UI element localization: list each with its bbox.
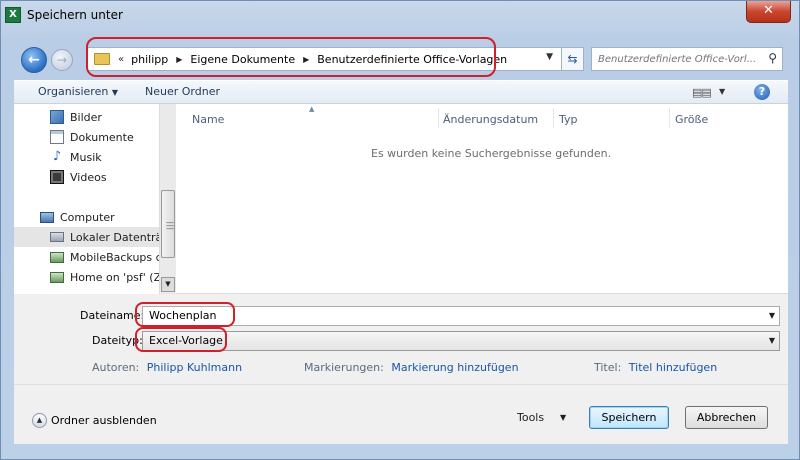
nav-item-bilder[interactable]: Bilder	[14, 107, 159, 127]
videos-icon	[50, 170, 64, 184]
chevron-down-icon[interactable]: ▼	[560, 413, 566, 422]
refresh-button[interactable]: ⇆	[562, 47, 584, 71]
nav-item-label: Dokumente	[70, 130, 134, 144]
nav-item-label: Musik	[70, 150, 102, 164]
save-as-dialog: X Speichern unter ✕ ← → « philipp ▶ Eige…	[0, 0, 800, 460]
tools-menu[interactable]: Tools	[517, 411, 544, 424]
authors-field: Autoren: Philipp Kuhlmann	[92, 361, 242, 374]
grip-icon: — — —	[166, 218, 174, 233]
content-area: Bilder Dokumente ♪ Musik Videos Computer…	[14, 104, 788, 294]
nav-item-label: Lokaler Datenträg	[70, 230, 159, 244]
authors-label: Autoren:	[92, 361, 140, 374]
column-divider[interactable]	[669, 108, 670, 128]
add-tag-link[interactable]: Markierung hinzufügen	[391, 361, 518, 374]
nav-item-label: Videos	[70, 170, 107, 184]
tags-field: Markierungen: Markierung hinzufügen	[304, 361, 519, 374]
address-highlight-annotation	[86, 37, 496, 77]
drive-icon	[50, 232, 64, 242]
navigation-pane: Bilder Dokumente ♪ Musik Videos Computer…	[14, 104, 176, 294]
nav-item-label: MobileBackups c	[70, 250, 159, 264]
search-box[interactable]: ⚲	[591, 47, 783, 71]
cancel-button[interactable]: Abbrechen	[685, 406, 768, 429]
close-button[interactable]: ✕	[746, 1, 791, 23]
nav-item-home-psf[interactable]: Home on 'psf' (Z	[14, 267, 159, 287]
nav-item-musik[interactable]: ♪ Musik	[14, 147, 159, 167]
chevron-down-icon[interactable]: ▼	[719, 87, 725, 96]
forward-button[interactable]: →	[51, 49, 73, 71]
scroll-down-button[interactable]: ▼	[161, 277, 175, 292]
organize-label: Organisieren	[38, 85, 109, 98]
nav-item-videos[interactable]: Videos	[14, 167, 159, 187]
column-header-type[interactable]: Typ	[559, 113, 578, 126]
command-toolbar: Organisieren ▼ Neuer Ordner ▤▤ ▼ ?	[14, 80, 788, 104]
help-icon[interactable]: ?	[754, 84, 770, 100]
window-title: Speichern unter	[27, 8, 123, 22]
filetype-select[interactable]: Excel-Vorlage ▼	[142, 331, 780, 351]
save-button[interactable]: Speichern	[589, 406, 669, 429]
file-list: ▲ Name Änderungsdatum Typ Größe Es wurde…	[176, 104, 788, 294]
filetype-highlight-annotation	[135, 327, 227, 352]
network-drive-icon	[50, 251, 64, 263]
save-form: Dateiname: Wochenplan ▼ Dateityp: Excel-…	[14, 294, 788, 384]
nav-item-label: Bilder	[70, 110, 102, 124]
scrollbar-thumb[interactable]: — — —	[161, 190, 175, 258]
title-label: Titel:	[594, 361, 622, 374]
chevron-up-icon: ▲	[32, 413, 47, 428]
nav-item-mobilebackups[interactable]: MobileBackups c	[14, 247, 159, 267]
chevron-down-icon[interactable]: ▼	[769, 332, 775, 350]
nav-item-local-drive[interactable]: Lokaler Datenträg	[14, 227, 159, 247]
column-header-name[interactable]: Name	[192, 113, 224, 126]
search-input[interactable]	[598, 48, 758, 70]
sort-indicator-icon: ▲	[309, 105, 315, 113]
pictures-icon	[50, 110, 64, 124]
column-header-size[interactable]: Größe	[675, 113, 708, 126]
music-icon: ♪	[52, 149, 62, 164]
tags-label: Markierungen:	[304, 361, 384, 374]
hide-folders-toggle[interactable]: ▲ Ordner ausblenden	[32, 413, 157, 428]
empty-results-message: Es wurden keine Suchergebnisse gefunden.	[371, 147, 612, 160]
nav-item-label: Home on 'psf' (Z	[70, 270, 159, 284]
chevron-down-icon: ▼	[111, 88, 118, 97]
nav-scrollbar[interactable]: — — — ▼	[159, 104, 176, 294]
excel-app-icon: X	[5, 7, 21, 23]
network-drive-icon	[50, 271, 64, 283]
column-divider[interactable]	[438, 108, 439, 128]
nav-item-dokumente[interactable]: Dokumente	[14, 127, 159, 147]
hide-folders-label: Ordner ausblenden	[51, 414, 157, 427]
title-bar: X Speichern unter ✕	[1, 1, 799, 35]
authors-value[interactable]: Philipp Kuhlmann	[147, 361, 242, 374]
column-divider[interactable]	[553, 108, 554, 128]
filename-highlight-annotation	[135, 302, 235, 327]
view-options-icon[interactable]: ▤▤	[692, 86, 712, 99]
filename-field[interactable]: Wochenplan ▼	[142, 306, 780, 326]
search-icon[interactable]: ⚲	[768, 51, 777, 65]
add-title-link[interactable]: Titel hinzufügen	[629, 361, 717, 374]
chevron-down-icon[interactable]: ▼	[546, 52, 553, 62]
computer-icon	[40, 211, 54, 223]
documents-icon	[50, 130, 64, 144]
nav-item-computer[interactable]: Computer	[14, 207, 159, 227]
title-field: Titel: Titel hinzufügen	[594, 361, 717, 374]
organize-menu[interactable]: Organisieren ▼	[38, 85, 118, 98]
new-folder-button[interactable]: Neuer Ordner	[145, 85, 220, 98]
chevron-down-icon[interactable]: ▼	[769, 307, 775, 325]
back-button[interactable]: ←	[21, 47, 47, 73]
nav-item-label: Computer	[60, 210, 115, 224]
column-header-date[interactable]: Änderungsdatum	[443, 113, 538, 126]
button-row: ▲ Ordner ausblenden Tools ▼ Speichern Ab…	[14, 384, 788, 444]
